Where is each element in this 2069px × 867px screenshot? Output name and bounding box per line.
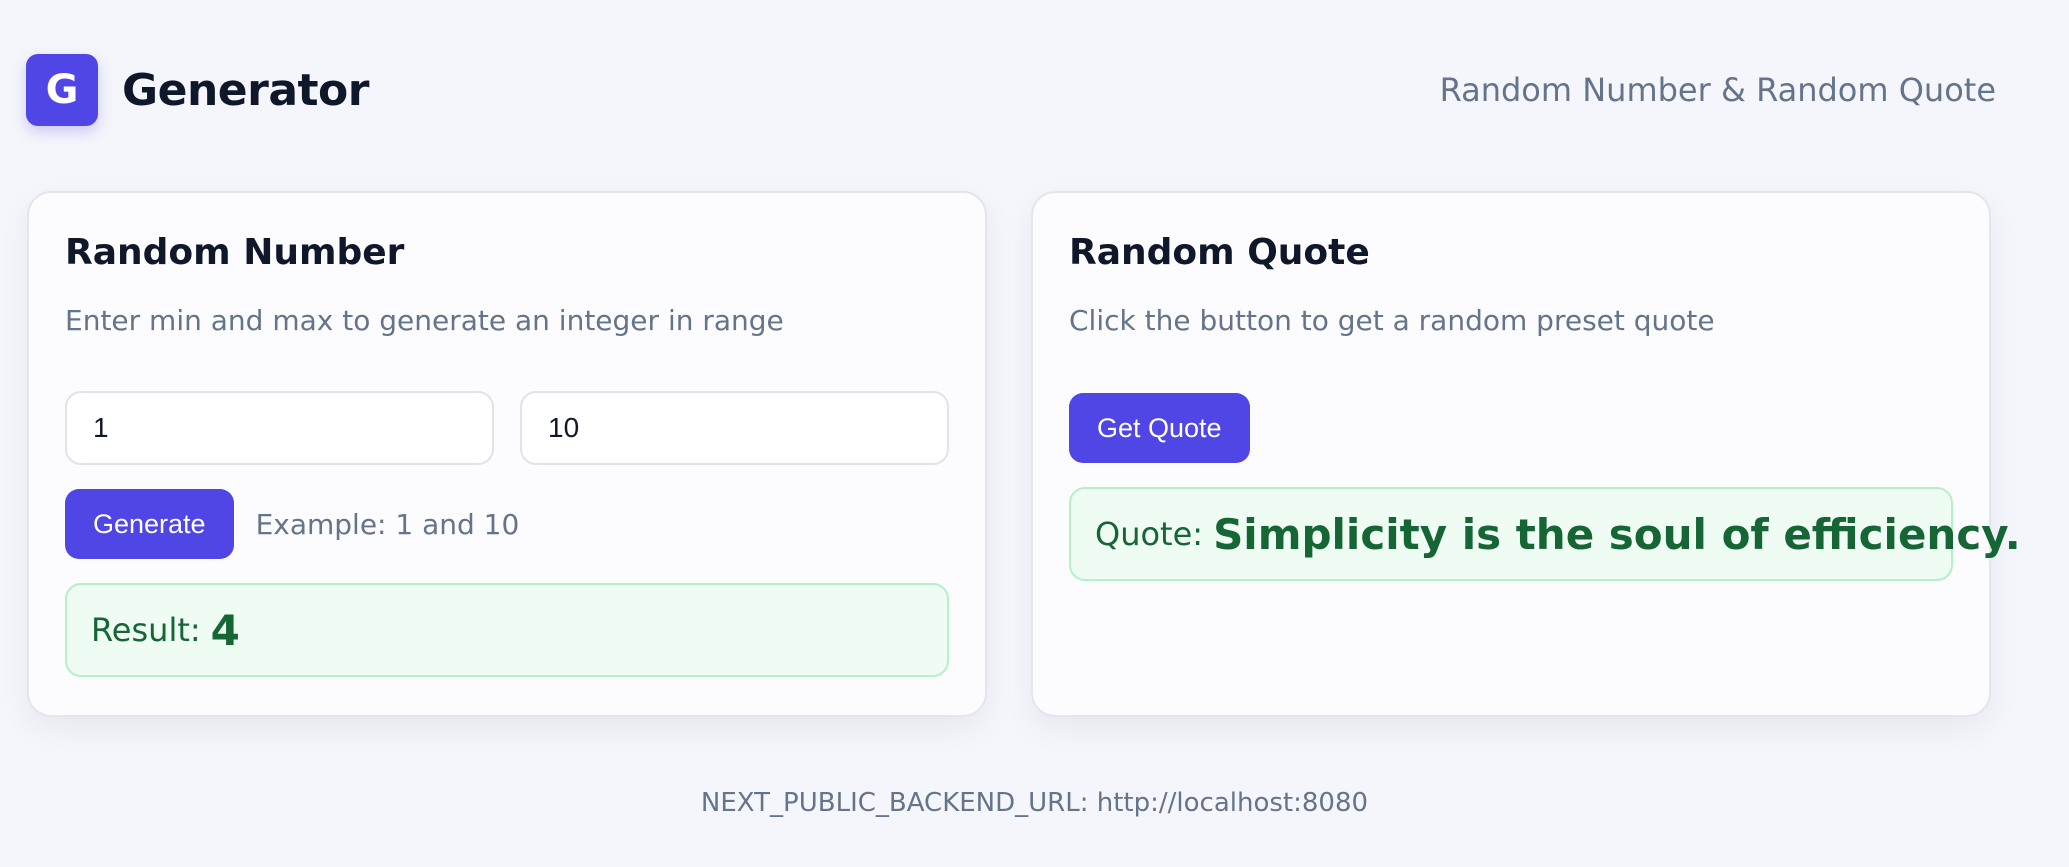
result-box: Result: 4 [65, 583, 949, 677]
header-subtitle: Random Number & Random Quote [1439, 71, 1996, 109]
get-quote-row: Get Quote [1069, 393, 1953, 463]
min-input[interactable] [65, 391, 494, 465]
range-inputs [65, 391, 949, 465]
result-label: Result: [91, 611, 201, 649]
example-hint: Example: 1 and 10 [255, 507, 520, 541]
random-number-card: Random Number Enter min and max to gener… [27, 191, 987, 717]
random-quote-title: Random Quote [1069, 232, 1370, 273]
random-quote-card: Random Quote Click the button to get a r… [1031, 191, 2021, 717]
quote-text: Simplicity is the soul of efficiency. [1213, 509, 2021, 559]
app-header: G Generator Random Number & Random Quote [26, 54, 1996, 126]
random-number-description: Enter min and max to generate an integer… [65, 304, 784, 337]
app-logo: G [26, 54, 98, 126]
quote-box: Quote: Simplicity is the soul of efficie… [1069, 487, 2021, 581]
random-quote-description: Click the button to get a random preset … [1069, 304, 1715, 337]
quote-label: Quote: [1095, 515, 1204, 553]
max-input[interactable] [520, 391, 949, 465]
app-title: Generator [122, 64, 369, 116]
generate-button[interactable]: Generate [65, 489, 234, 559]
result-value: 4 [210, 605, 240, 655]
get-quote-button[interactable]: Get Quote [1069, 393, 1250, 463]
random-number-title: Random Number [65, 232, 405, 273]
brand: G Generator [26, 54, 369, 126]
generate-row: Generate Example: 1 and 10 [65, 489, 949, 559]
backend-url-footer: NEXT_PUBLIC_BACKEND_URL: http://localhos… [700, 788, 1369, 818]
